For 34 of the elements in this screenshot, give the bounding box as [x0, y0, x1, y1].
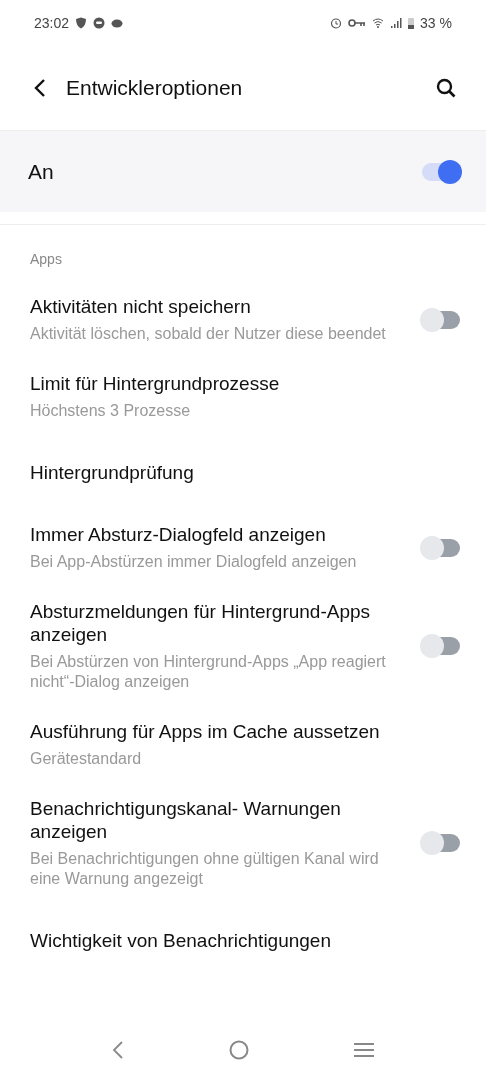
- setting-summary: Bei Benachrichtigungen ohne gültigen Kanal wird eine Warnung angezeigt: [30, 849, 380, 889]
- back-icon[interactable]: [34, 77, 46, 98]
- toggle-switch[interactable]: [422, 310, 460, 329]
- setting-summary: Höchstens 3 Prozesse: [30, 401, 192, 421]
- setting-title[interactable]: Benachrichtigungskanal- Warnungen anzeigen: [30, 797, 402, 843]
- battery-level: 33 %: [420, 14, 452, 31]
- setting-title[interactable]: Limit für Hintergrundprozesse: [30, 372, 460, 395]
- setting-title[interactable]: Aktivitäten nicht speichern: [30, 295, 402, 318]
- key-icon: [348, 17, 367, 28]
- setting-title[interactable]: Absturzmeldungen für Hintergrund-Apps anzeigen: [30, 600, 402, 646]
- setting-title[interactable]: Hintergrundprüfung: [30, 460, 460, 484]
- setting-summary: Bei Abstürzen von Hintergrund-Apps „App reagiert nicht“-Dialog anzeigen: [30, 652, 387, 692]
- page-title: Entwickleroptionen: [66, 75, 244, 100]
- setting-title[interactable]: Ausführung für Apps im Cache aussetzen: [30, 720, 460, 743]
- setting-summary: Aktivität löschen, sobald der Nutzer diese beendet: [30, 324, 387, 344]
- setting-summary: Gerätestandard: [30, 749, 143, 769]
- menu-icon[interactable]: [353, 1042, 374, 1058]
- section-header: Apps: [0, 224, 486, 281]
- setting-title[interactable]: Immer Absturz-Dialogfeld anzeigen: [30, 523, 402, 546]
- shield-icon: [75, 16, 88, 29]
- toggle-switch[interactable]: [422, 538, 460, 557]
- toggle-switch[interactable]: [422, 637, 460, 655]
- toggle-switch[interactable]: [422, 162, 460, 181]
- toggle-switch[interactable]: [422, 834, 460, 852]
- signal-icon: [390, 16, 403, 29]
- wifi-icon: [372, 16, 385, 29]
- setting-title[interactable]: Wichtigkeit von Benachrichtigungen: [30, 928, 460, 952]
- setting-summary: Bei App-Abstürzen immer Dialogfeld anzeigen: [30, 552, 358, 572]
- master-switch-label: An: [28, 159, 55, 184]
- alarm-icon: [330, 16, 343, 29]
- clock: 23:02: [34, 14, 70, 31]
- home-icon[interactable]: [229, 1040, 249, 1060]
- search-icon[interactable]: [436, 77, 456, 98]
- battery-icon: [408, 16, 415, 29]
